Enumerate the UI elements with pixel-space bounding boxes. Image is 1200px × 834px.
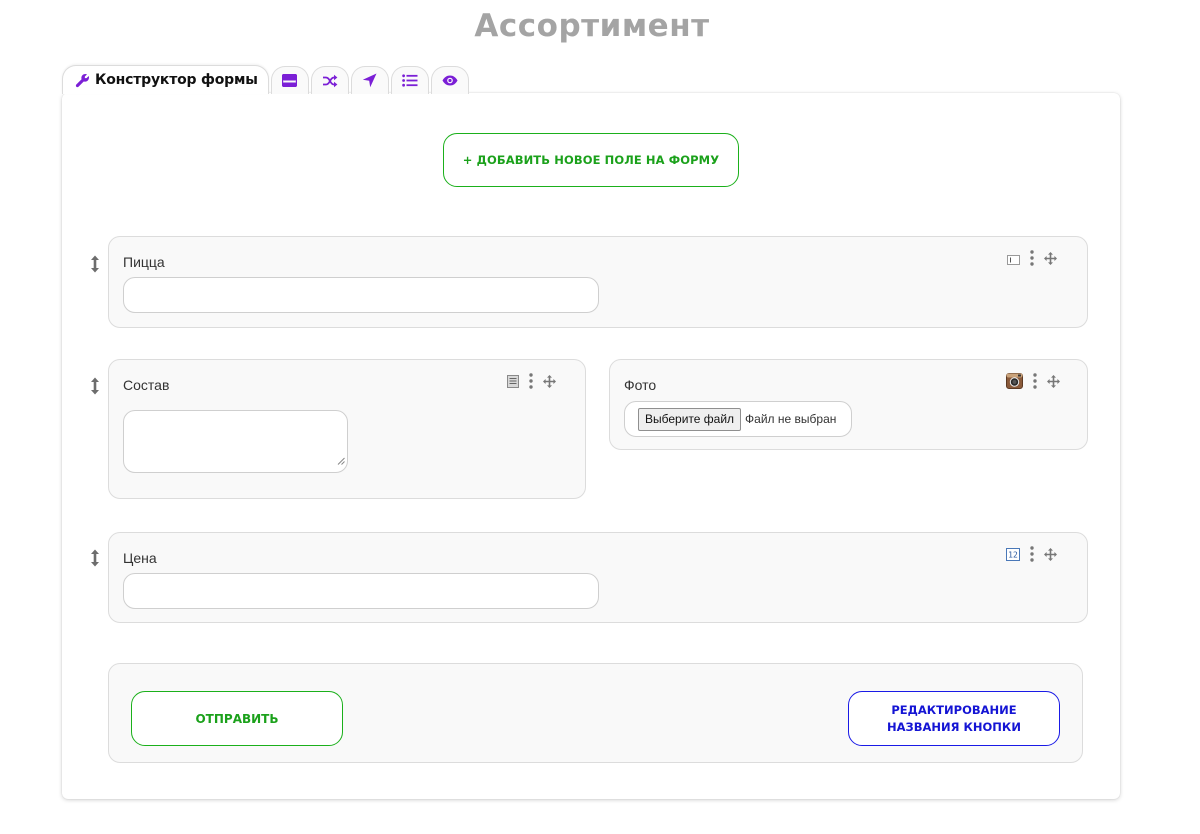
field-toolbar [507, 373, 556, 394]
shuffle-icon [322, 74, 338, 88]
submit-button[interactable]: ОТПРАВИТЬ [131, 691, 343, 746]
camera-icon [1006, 373, 1023, 394]
tab-location[interactable] [350, 66, 389, 94]
resize-grip-icon[interactable] [337, 452, 345, 470]
eye-icon [442, 75, 458, 86]
row-drag-handle-icon[interactable] [89, 549, 101, 567]
tab-shuffle[interactable] [310, 66, 349, 94]
tab-form-builder[interactable]: Конструктор формы [62, 65, 269, 94]
form-buttons-area: ОТПРАВИТЬ РЕДАКТИРОВАНИЕ НАЗВАНИЯ КНОПКИ [108, 663, 1083, 763]
page-title: Ассортимент [474, 8, 710, 44]
svg-text:12: 12 [1008, 550, 1018, 559]
textarea-icon [507, 374, 519, 393]
field-photo: Фото Выберите файл Файл не выбран [609, 359, 1088, 450]
more-vertical-icon[interactable] [1030, 546, 1034, 567]
move-icon[interactable] [1044, 251, 1057, 270]
field-toolbar [1007, 250, 1057, 271]
field-label: Фото [624, 377, 657, 393]
text-field-icon [1007, 252, 1020, 270]
number-field-icon: 12 [1006, 547, 1020, 566]
form-builder-panel: + ДОБАВИТЬ НОВОЕ ПОЛЕ НА ФОРМУ Пицца Сос… [62, 93, 1120, 799]
field-label: Состав [123, 377, 170, 393]
choose-file-button[interactable]: Выберите файл [638, 407, 742, 431]
field-pizza: Пицца [108, 236, 1088, 328]
price-input[interactable] [123, 573, 599, 609]
location-arrow-icon [362, 73, 377, 88]
move-icon[interactable] [1047, 374, 1060, 393]
more-vertical-icon[interactable] [1030, 250, 1034, 271]
move-icon[interactable] [1044, 547, 1057, 566]
pizza-input[interactable] [123, 277, 599, 313]
field-composition: Состав [108, 359, 586, 499]
tab-preview[interactable] [430, 66, 469, 94]
row-drag-handle-icon[interactable] [89, 255, 101, 273]
list-icon [401, 74, 418, 87]
wrench-icon [75, 73, 90, 88]
move-icon[interactable] [543, 374, 556, 393]
field-toolbar: 12 [1006, 546, 1057, 567]
window-icon [282, 74, 298, 87]
tab-list[interactable] [390, 66, 429, 94]
add-field-button[interactable]: + ДОБАВИТЬ НОВОЕ ПОЛЕ НА ФОРМУ [443, 133, 739, 187]
field-toolbar [1006, 373, 1060, 394]
edit-button-name-button[interactable]: РЕДАКТИРОВАНИЕ НАЗВАНИЯ КНОПКИ [848, 691, 1060, 746]
file-status: Файл не выбран [745, 412, 837, 426]
tab-window[interactable] [270, 66, 309, 94]
field-label: Пицца [123, 254, 165, 270]
tab-form-builder-label: Конструктор формы [95, 72, 258, 88]
row-drag-handle-icon[interactable] [89, 377, 101, 395]
photo-file-input: Выберите файл Файл не выбран [624, 401, 852, 437]
field-price: Цена 12 [108, 532, 1088, 623]
field-label: Цена [123, 550, 157, 566]
composition-textarea[interactable] [123, 410, 348, 473]
more-vertical-icon[interactable] [529, 373, 533, 394]
more-vertical-icon[interactable] [1033, 373, 1037, 394]
builder-tabs: Конструктор формы [62, 65, 471, 94]
